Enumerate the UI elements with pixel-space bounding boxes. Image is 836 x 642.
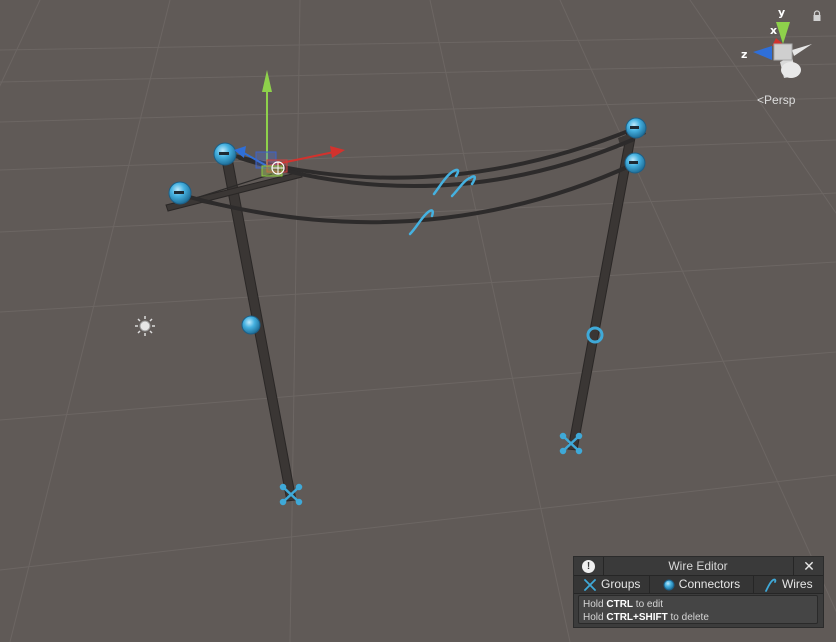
- tab-label: Wires: [781, 577, 813, 591]
- group-icon: [584, 578, 596, 591]
- help-text: Hold: [583, 612, 607, 623]
- wire-editor-help: Hold CTRL to edit Hold CTRL+SHIFT to del…: [578, 595, 818, 624]
- wire-editor-title: Wire Editor: [668, 559, 728, 573]
- camera-label: Persp: [764, 93, 796, 107]
- info-button[interactable]: !: [574, 557, 604, 575]
- connector-icon: [663, 579, 675, 590]
- connector-icon: [168, 181, 192, 205]
- camera-projection-toggle[interactable]: <Persp: [757, 93, 795, 107]
- help-text: Hold: [583, 599, 607, 610]
- wire-editor-tabs: Groups Connectors Wires: [574, 576, 823, 594]
- connector-icon: [624, 152, 646, 174]
- connector-icon: [241, 315, 261, 335]
- help-text: to edit: [633, 599, 664, 610]
- connector-icon: [625, 117, 647, 139]
- help-line-delete: Hold CTRL+SHIFT to delete: [583, 611, 817, 624]
- tab-groups[interactable]: Groups: [574, 576, 651, 593]
- chevron-left-icon: <: [757, 93, 765, 107]
- wire-top-2: [238, 138, 634, 189]
- connector-icon: [213, 142, 237, 166]
- help-line-edit: Hold CTRL to edit: [583, 598, 817, 611]
- info-icon: !: [582, 559, 595, 573]
- tab-label: Groups: [601, 577, 641, 591]
- close-button[interactable]: ✕: [793, 557, 824, 575]
- wires[interactable]: [180, 126, 638, 225]
- scene-canvas[interactable]: [0, 0, 836, 642]
- wire-handles[interactable]: [408, 168, 476, 236]
- axis-label-x: x: [770, 24, 778, 37]
- scene-viewport[interactable]: y x z <Persp: [0, 0, 836, 642]
- tab-connectors[interactable]: Connectors: [650, 576, 754, 593]
- group-markers[interactable]: [279, 432, 583, 506]
- axis-label-z: z: [741, 48, 748, 61]
- help-key: CTRL+SHIFT: [606, 612, 668, 623]
- lock-icon[interactable]: [812, 10, 822, 22]
- wire-bottom: [180, 162, 636, 225]
- wire-editor-panel[interactable]: ! Wire Editor ✕ Groups Connectors Wires: [573, 556, 824, 628]
- sun-light-icon[interactable]: [135, 316, 155, 336]
- wire-editor-header: ! Wire Editor ✕: [574, 557, 823, 576]
- wire-icon: [765, 578, 777, 592]
- orientation-gizmo[interactable]: [753, 22, 812, 78]
- help-text: to delete: [667, 612, 709, 623]
- axis-label-y: y: [778, 6, 786, 19]
- tab-wires[interactable]: Wires: [754, 576, 823, 593]
- help-key: CTRL: [606, 599, 634, 610]
- tab-label: Connectors: [678, 577, 741, 591]
- ground-grid: [0, 0, 836, 642]
